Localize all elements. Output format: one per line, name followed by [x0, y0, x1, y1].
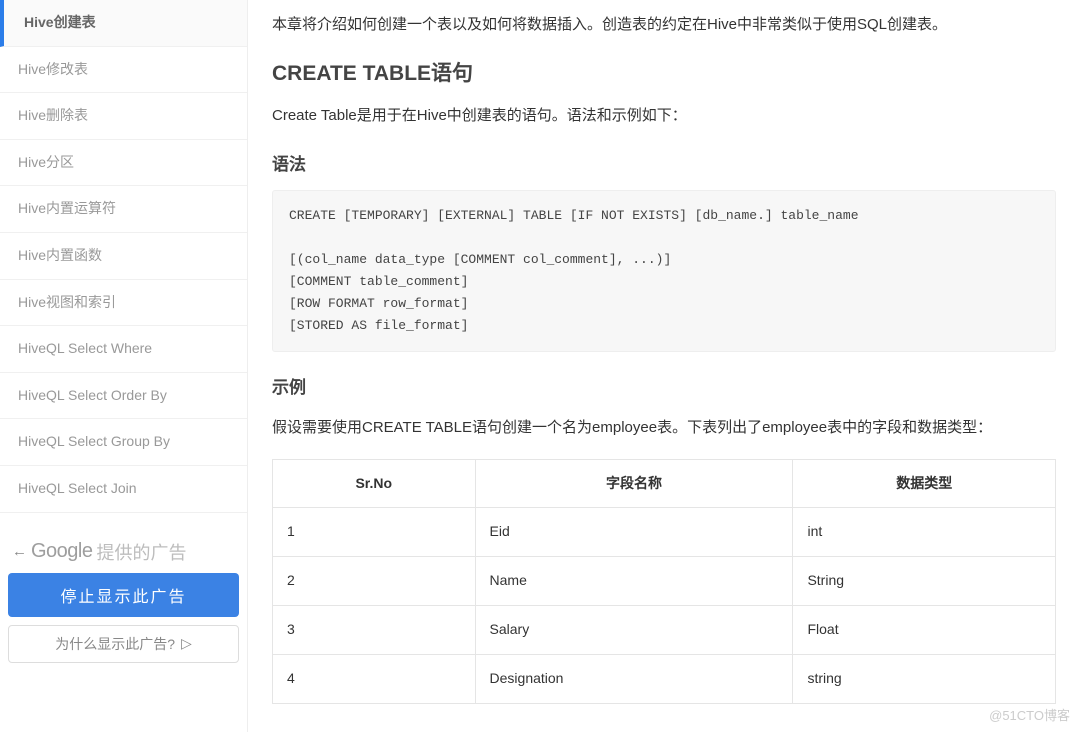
table-header-row: Sr.No 字段名称 数据类型: [273, 459, 1056, 508]
sidebar-item-label: Hive修改表: [18, 61, 88, 77]
th-fieldname: 字段名称: [475, 459, 793, 508]
sidebar-item-label: Hive内置运算符: [18, 200, 116, 216]
sidebar-item-select-groupby[interactable]: HiveQL Select Group By: [0, 419, 247, 466]
table-row: 4 Designation string: [273, 654, 1056, 703]
cell-srno: 1: [273, 508, 476, 557]
sidebar-item-label: Hive视图和索引: [18, 294, 116, 310]
sidebar-item-select-join[interactable]: HiveQL Select Join: [0, 466, 247, 513]
table-row: 1 Eid int: [273, 508, 1056, 557]
cell-field: Salary: [475, 605, 793, 654]
th-datatype: 数据类型: [793, 459, 1056, 508]
th-srno: Sr.No: [273, 459, 476, 508]
why-ad-button[interactable]: 为什么显示此广告? ▷: [8, 625, 239, 663]
employee-fields-table: Sr.No 字段名称 数据类型 1 Eid int 2 Name String …: [272, 459, 1056, 704]
stop-ad-button[interactable]: 停止显示此广告: [8, 573, 239, 617]
sidebar-item-create-table[interactable]: Hive创建表: [0, 0, 247, 47]
cell-type: String: [793, 557, 1056, 606]
sidebar-item-operators[interactable]: Hive内置运算符: [0, 186, 247, 233]
table-row: 3 Salary Float: [273, 605, 1056, 654]
sidebar-item-functions[interactable]: Hive内置函数: [0, 233, 247, 280]
sidebar-item-label: HiveQL Select Where: [18, 340, 152, 356]
sidebar-item-label: Hive创建表: [24, 14, 96, 30]
cell-type: Float: [793, 605, 1056, 654]
cell-type: string: [793, 654, 1056, 703]
sidebar-item-label: HiveQL Select Group By: [18, 433, 170, 449]
sidebar-nav: Hive创建表 Hive修改表 Hive删除表 Hive分区 Hive内置运算符…: [0, 0, 247, 513]
heading-create-table: CREATE TABLE语句: [272, 56, 1056, 92]
create-desc: Create Table是用于在Hive中创建表的语句。语法和示例如下：: [272, 103, 1056, 129]
sidebar-item-partition[interactable]: Hive分区: [0, 140, 247, 187]
ad-box: ← Google 提供的广告 停止显示此广告 为什么显示此广告? ▷: [8, 531, 239, 663]
article-content: 本章将介绍如何创建一个表以及如何将数据插入。创造表的约定在Hive中非常类似于使…: [248, 0, 1080, 732]
ad-provided-label: 提供的广告: [97, 539, 187, 565]
sidebar-item-label: Hive分区: [18, 154, 74, 170]
google-logo-text: Google: [31, 540, 93, 563]
sidebar-item-label: HiveQL Select Join: [18, 480, 137, 496]
table-row: 2 Name String: [273, 557, 1056, 606]
back-arrow-icon[interactable]: ←: [12, 543, 27, 560]
cell-field: Eid: [475, 508, 793, 557]
cell-type: int: [793, 508, 1056, 557]
adchoices-icon: ▷: [181, 635, 192, 652]
watermark: @51CTO博客: [989, 705, 1070, 724]
ad-header: ← Google 提供的广告: [8, 537, 239, 573]
why-ad-label: 为什么显示此广告?: [55, 634, 175, 654]
sidebar-item-label: Hive内置函数: [18, 247, 102, 263]
sidebar-item-label: HiveQL Select Order By: [18, 387, 167, 403]
page-layout: Hive创建表 Hive修改表 Hive删除表 Hive分区 Hive内置运算符…: [0, 0, 1080, 732]
sidebar-item-select-orderby[interactable]: HiveQL Select Order By: [0, 373, 247, 420]
sidebar-item-drop-table[interactable]: Hive删除表: [0, 93, 247, 140]
sidebar-item-alter-table[interactable]: Hive修改表: [0, 47, 247, 94]
cell-field: Name: [475, 557, 793, 606]
cell-srno: 2: [273, 557, 476, 606]
sidebar-item-label: Hive删除表: [18, 107, 88, 123]
syntax-code-block: CREATE [TEMPORARY] [EXTERNAL] TABLE [IF …: [272, 190, 1056, 353]
example-desc: 假设需要使用CREATE TABLE语句创建一个名为employee表。下表列出…: [272, 415, 1056, 441]
cell-field: Designation: [475, 654, 793, 703]
intro-paragraph: 本章将介绍如何创建一个表以及如何将数据插入。创造表的约定在Hive中非常类似于使…: [272, 12, 1056, 38]
heading-example: 示例: [272, 374, 1056, 403]
sidebar-item-select-where[interactable]: HiveQL Select Where: [0, 326, 247, 373]
heading-syntax: 语法: [272, 151, 1056, 180]
stop-ad-label: 停止显示此广告: [60, 589, 186, 606]
cell-srno: 3: [273, 605, 476, 654]
cell-srno: 4: [273, 654, 476, 703]
sidebar: Hive创建表 Hive修改表 Hive删除表 Hive分区 Hive内置运算符…: [0, 0, 248, 732]
sidebar-item-views-indexes[interactable]: Hive视图和索引: [0, 280, 247, 327]
